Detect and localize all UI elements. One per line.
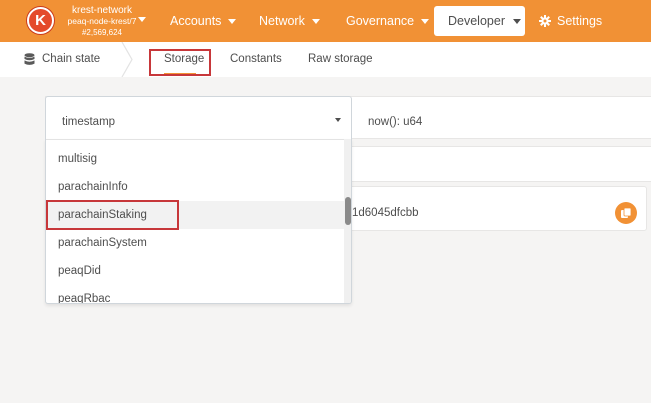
chevron-down-icon	[311, 19, 320, 25]
nav-network-label: Network	[259, 14, 305, 28]
dropdown-option[interactable]: peaqRbac	[46, 285, 344, 303]
option-highlight-box	[46, 200, 179, 230]
dropdown-scrollbar[interactable]	[344, 139, 351, 303]
chevron-down-icon[interactable]	[138, 17, 146, 22]
storage-tab-highlight	[149, 49, 211, 76]
nav-settings[interactable]: Settings	[557, 0, 602, 42]
nav-settings-label: Settings	[557, 14, 603, 28]
tab-constants[interactable]: Constants	[230, 42, 282, 77]
nav-developer[interactable]: Developer	[434, 6, 525, 36]
section-chain-state: Chain state	[42, 53, 101, 65]
nav-governance[interactable]: Governance	[346, 0, 430, 42]
top-navbar: K krest-network peaq-node-krest/7 #2,569…	[0, 0, 651, 42]
chevron-down-icon	[228, 19, 237, 25]
chain-name: krest-network	[71, 5, 132, 16]
copy-icon	[621, 207, 632, 218]
scrollbar-thumb[interactable]	[345, 197, 351, 225]
nav-governance-label: Governance	[346, 14, 415, 28]
dropdown-option[interactable]: peaqDid	[46, 257, 344, 285]
chevron-down-icon	[421, 19, 430, 25]
copy-button[interactable]	[615, 202, 637, 224]
breadcrumb-chevron-icon	[121, 42, 133, 77]
chevron-down-icon	[512, 19, 521, 25]
result-hash: 1d6045dfcbb	[352, 207, 419, 219]
chain-logo[interactable]: K	[27, 7, 54, 34]
nav-accounts[interactable]: Accounts	[170, 0, 237, 42]
chevron-down-icon[interactable]	[335, 118, 341, 122]
tab-raw-storage[interactable]: Raw storage	[308, 42, 373, 77]
menu-divider	[46, 139, 351, 140]
nav-network[interactable]: Network	[259, 0, 320, 42]
gear-icon[interactable]	[539, 15, 551, 27]
dropdown-option[interactable]: parachainSystem	[46, 229, 344, 257]
module-select[interactable]: timestamp	[45, 96, 352, 139]
database-icon	[24, 53, 35, 65]
block-number: #2,569,624	[81, 28, 123, 37]
logo-letter: K	[35, 12, 46, 29]
method-signature[interactable]: now(): u64	[368, 116, 422, 128]
nav-developer-label: Developer	[448, 14, 505, 28]
dropdown-option[interactable]: parachainInfo	[46, 173, 344, 201]
nav-accounts-label: Accounts	[170, 14, 222, 28]
dropdown-option[interactable]: multisig	[46, 145, 344, 173]
sub-navbar: Chain state Storage Constants Raw storag…	[0, 42, 651, 77]
node-name: peaq-node-krest/7	[67, 16, 137, 26]
chain-selector[interactable]: krest-network peaq-node-krest/7 #2,569,6…	[62, 5, 142, 38]
